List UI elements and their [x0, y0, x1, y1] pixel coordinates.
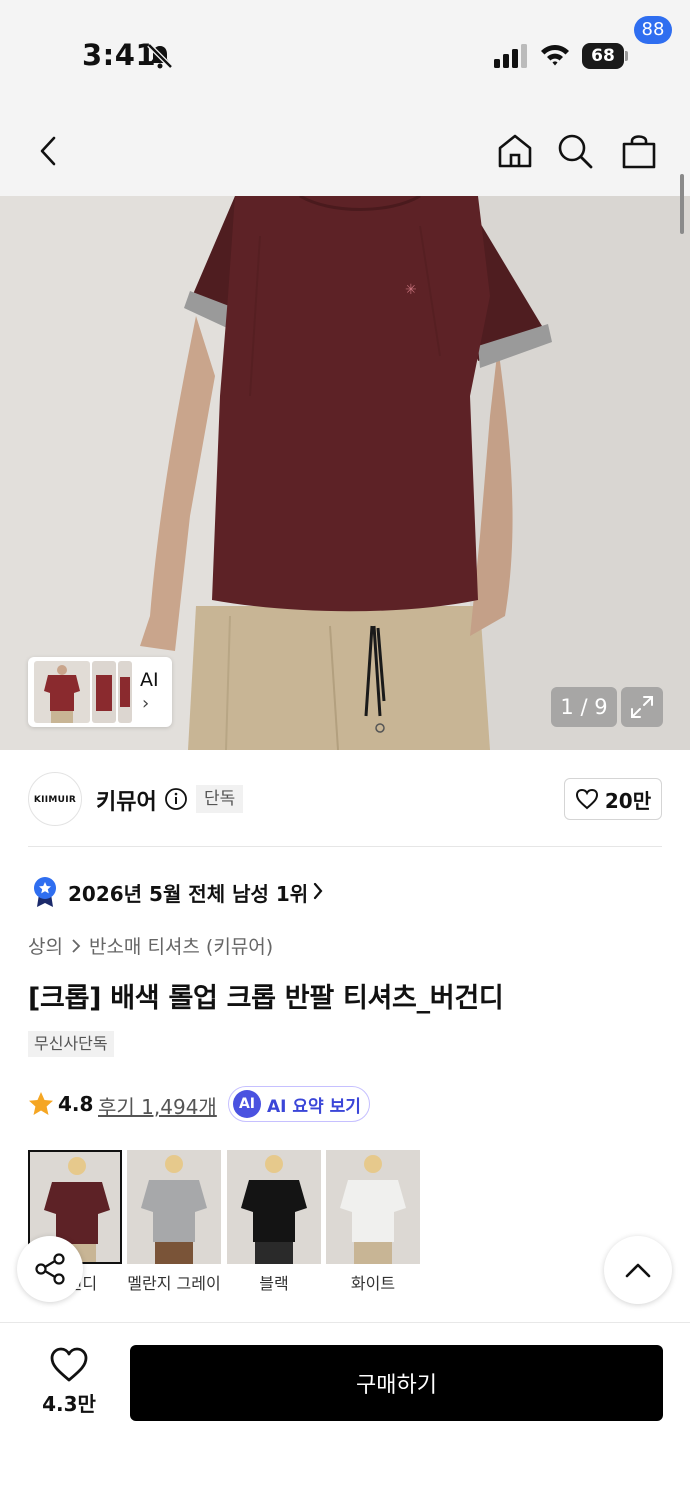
heart-icon — [575, 788, 598, 810]
breadcrumb: 상의 반소매 티셔츠 (키뮤어) — [28, 932, 273, 959]
thumbnail-1 — [34, 661, 90, 723]
page-scrollbar[interactable] — [680, 174, 684, 234]
top-nav — [0, 110, 690, 196]
back-icon — [40, 136, 56, 166]
brand-like-button[interactable]: 20만 — [564, 778, 662, 820]
color-option-label: 화이트 — [350, 1274, 396, 1293]
battery-icon: 68 — [582, 43, 628, 69]
scroll-to-top-button[interactable] — [604, 1236, 672, 1304]
ai-summary-label: AI 요약 보기 — [267, 1096, 361, 1117]
wish-count: 4.3만 — [42, 1392, 96, 1416]
star-icon — [29, 1092, 53, 1115]
chevron-right-icon: › — [142, 693, 150, 714]
cart-button[interactable] — [616, 128, 662, 174]
chevron-right-icon — [72, 938, 81, 953]
thumbnail-3 — [118, 661, 132, 723]
exclusive-tag: 무신사단독 — [28, 1031, 114, 1057]
color-option-label: 블랙 — [259, 1274, 289, 1293]
thumbnail-2 — [92, 661, 116, 723]
rating-score: 4.8 — [58, 1092, 94, 1116]
brand-name[interactable]: 키뮤어 — [96, 784, 157, 816]
wifi-icon — [541, 45, 569, 66]
search-button[interactable] — [552, 128, 598, 174]
breadcrumb-item[interactable]: 상의 — [28, 932, 63, 959]
chevron-right-icon[interactable] — [312, 880, 324, 902]
share-icon — [35, 1253, 65, 1285]
bell-off-icon — [147, 43, 173, 69]
search-icon — [558, 134, 593, 169]
color-option-black[interactable]: 블랙 — [227, 1150, 321, 1294]
share-button[interactable] — [17, 1236, 83, 1302]
status-bar: 3:41 68 — [0, 0, 690, 110]
ai-summary-button[interactable]: AI AI 요약 보기 — [228, 1086, 370, 1122]
heart-icon[interactable] — [49, 1346, 89, 1384]
expand-button[interactable] — [621, 687, 663, 727]
back-button[interactable] — [26, 128, 72, 174]
divider — [28, 846, 662, 847]
chevron-up-icon — [625, 1263, 651, 1278]
image-page-counter: 1 / 9 — [551, 687, 617, 727]
brand-exclusive-tag: 단독 — [196, 785, 244, 813]
cart-icon — [622, 135, 656, 169]
color-option-image — [227, 1150, 321, 1264]
svg-text:✳: ✳ — [405, 282, 417, 298]
cart-badge: 88 — [634, 16, 672, 44]
color-option-image — [127, 1150, 221, 1264]
color-option-white[interactable]: 화이트 — [326, 1150, 420, 1294]
buy-button[interactable]: 구매하기 — [130, 1345, 663, 1421]
ai-label: AI — [140, 669, 159, 691]
home-button[interactable] — [492, 128, 538, 174]
breadcrumb-item[interactable]: 반소매 티셔츠 (키뮤어) — [89, 932, 273, 959]
divider — [0, 1322, 690, 1323]
battery-level: 68 — [582, 43, 624, 69]
ranking-text[interactable]: 2026년 5월 전체 남성 1위 — [68, 878, 308, 907]
color-option-melange-gray[interactable]: 멜란지 그레이 — [127, 1150, 221, 1294]
ranking-badge-icon — [34, 877, 56, 907]
product-title: [크롭] 배색 롤업 크롭 반팔 티셔츠_버건디 — [28, 983, 504, 1014]
ai-chip: AI — [233, 1090, 261, 1118]
color-option-image — [326, 1150, 420, 1264]
expand-icon — [631, 696, 653, 718]
review-count-link[interactable]: 후기 1,494개 — [98, 1091, 217, 1120]
signal-icon — [494, 44, 527, 68]
home-icon — [498, 134, 532, 168]
brand-like-count: 20만 — [604, 788, 652, 813]
battery-tip — [625, 51, 628, 61]
info-icon[interactable] — [164, 787, 188, 811]
ai-image-thumbnails[interactable]: AI › — [28, 657, 172, 727]
color-option-label: 멜란지 그레이 — [127, 1274, 221, 1293]
brand-logo[interactable]: KIIMUIR — [28, 772, 82, 826]
